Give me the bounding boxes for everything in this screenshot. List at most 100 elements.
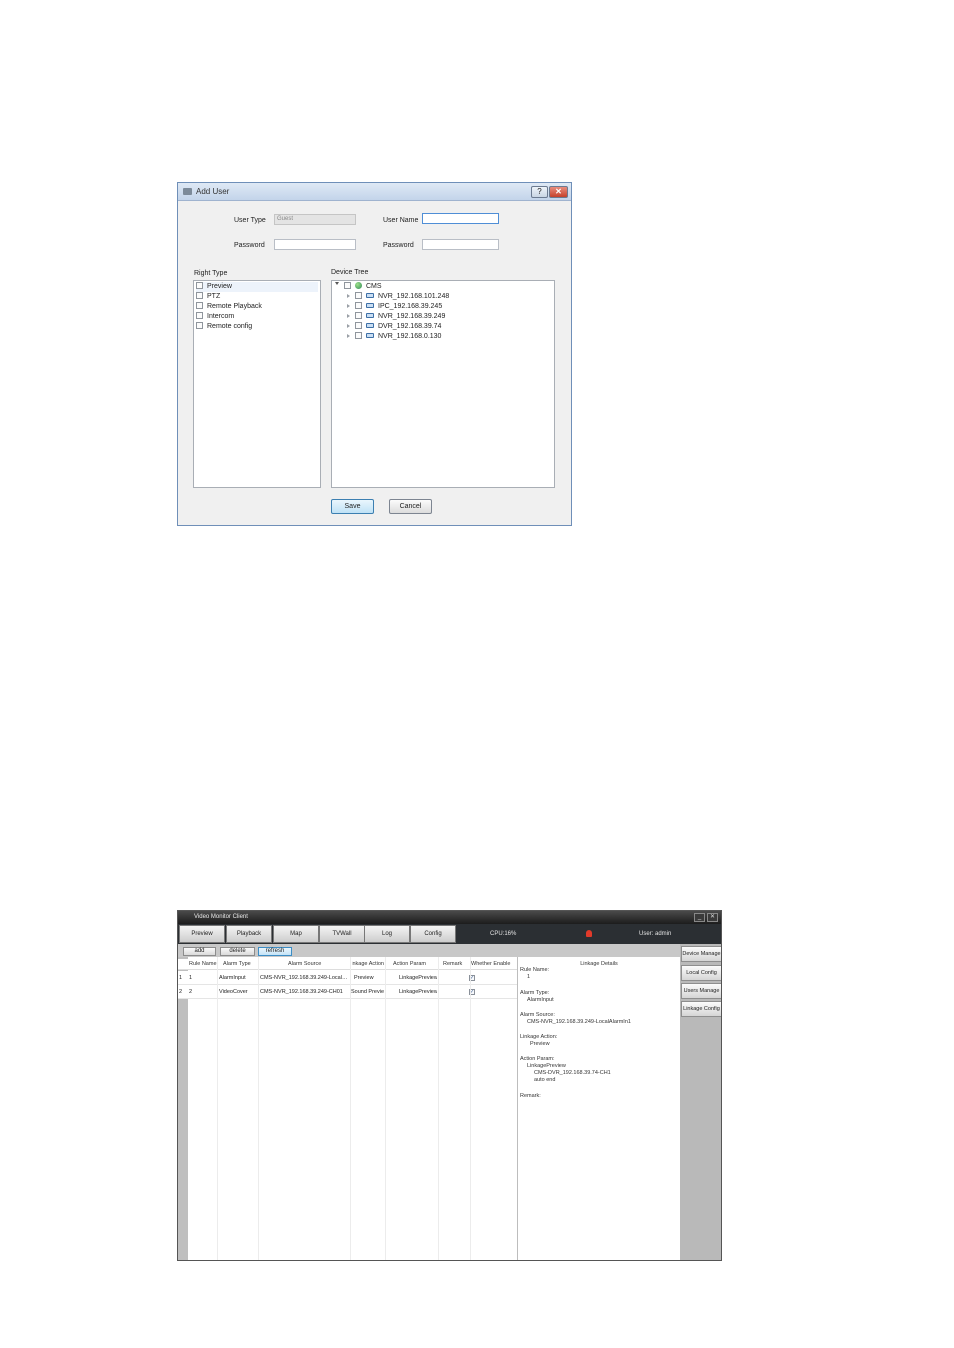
user-type-label: User Type <box>234 217 266 224</box>
tree-node-device[interactable]: NVR_192.168.0.130 <box>347 332 441 342</box>
checkbox-icon[interactable] <box>196 312 203 319</box>
tab-log[interactable]: Log <box>364 925 410 943</box>
expand-arrow-icon[interactable] <box>347 324 350 328</box>
right-label: Intercom <box>207 313 235 320</box>
add-button[interactable]: add <box>183 947 216 956</box>
checkbox-icon[interactable] <box>355 292 362 299</box>
tab-config[interactable]: Config <box>410 925 456 943</box>
device-icon <box>366 323 374 328</box>
cancel-button[interactable]: Cancel <box>389 499 432 514</box>
tree-node-device[interactable]: DVR_192.168.39.74 <box>347 322 441 332</box>
tree-node-device[interactable]: NVR_192.168.101.248 <box>347 292 449 302</box>
tree-node-cms[interactable]: CMS <box>335 282 382 292</box>
cpu-usage: CPU:16% <box>490 931 517 937</box>
right-ptz[interactable]: PTZ <box>196 292 220 302</box>
cell-linkage-action: Preview <box>354 975 374 981</box>
col-alarm-type[interactable]: Alarm Type <box>223 959 259 970</box>
column-divider <box>217 957 218 1260</box>
close-window-button[interactable]: ✕ <box>707 913 718 922</box>
detail-alarm-source: CMS-NVR_192.168.39.249-LocalAlarmIn1 <box>527 1019 631 1025</box>
col-rule-name[interactable]: Rule Name <box>189 959 217 970</box>
expand-arrow-icon[interactable] <box>347 334 350 338</box>
right-type-list: Preview PTZ Remote Playback Intercom Rem… <box>193 280 321 488</box>
detail-remark-label: Remark: <box>520 1093 541 1099</box>
rules-toolbar: add delete refresh <box>178 944 680 957</box>
expand-arrow-icon[interactable] <box>347 304 350 308</box>
cell-action-param: LinkagePreview <box>399 989 437 995</box>
col-alarm-source[interactable]: Alarm Source <box>288 959 328 970</box>
checkbox-icon[interactable] <box>355 322 362 329</box>
dialog-titlebar: Add User ? ✕ <box>178 183 571 201</box>
collapse-arrow-icon[interactable] <box>335 282 339 287</box>
minimize-button[interactable]: _ <box>694 913 705 922</box>
row-gutter <box>178 957 188 1260</box>
device-label: NVR_192.168.101.248 <box>378 293 450 300</box>
detail-linkage-action: Preview <box>530 1041 550 1047</box>
sidebar-item-users-manage[interactable]: Users Manage <box>681 983 721 999</box>
delete-button[interactable]: delete <box>220 947 255 956</box>
right-intercom[interactable]: Intercom <box>196 312 234 322</box>
cell-rule-name: 1 <box>189 975 193 981</box>
app-title: Video Monitor Client <box>194 914 248 920</box>
expand-arrow-icon[interactable] <box>347 294 350 298</box>
refresh-button[interactable]: refresh <box>258 947 292 956</box>
tree-node-device[interactable]: IPC_192.168.39.245 <box>347 302 442 312</box>
checkbox-icon[interactable] <box>196 322 203 329</box>
detail-action-param-device: CMS-DVR_192.168.39.74-CH1 <box>534 1070 611 1076</box>
checkbox-icon[interactable] <box>355 312 362 319</box>
confirm-password-label: Password <box>383 242 414 249</box>
col-remark[interactable]: Remark <box>443 959 469 970</box>
detail-action-param-mode: auto end <box>534 1077 556 1083</box>
right-remote-config[interactable]: Remote config <box>196 322 252 332</box>
user-type-select[interactable]: Guest <box>274 214 356 225</box>
password-input[interactable] <box>274 239 356 250</box>
linkage-details-panel: Linkage Details Rule Name: 1 Alarm Type:… <box>517 957 680 1260</box>
detail-action-param: LinkagePreview <box>527 1063 566 1069</box>
table-row[interactable]: 1 1 AlarmInput CMS-NVR_192.168.39.249-Lo… <box>178 971 517 985</box>
tab-playback[interactable]: Playback <box>226 925 272 943</box>
checkbox-icon[interactable] <box>196 292 203 299</box>
checkbox-icon[interactable] <box>196 282 203 289</box>
close-button[interactable]: ✕ <box>549 186 568 198</box>
add-user-dialog: Add User ? ✕ User Type Guest User Name P… <box>177 182 572 526</box>
detail-rule-name-label: Rule Name: <box>520 967 550 973</box>
device-tree: CMS NVR_192.168.101.248 IPC_192.168.39.2… <box>331 280 555 488</box>
detail-alarm-type-label: Alarm Type: <box>520 990 550 996</box>
col-action-param[interactable]: Action Param <box>393 959 433 970</box>
dialog-title: Add User <box>196 187 230 196</box>
sidebar-item-linkage-config[interactable]: Linkage Config <box>681 1001 721 1017</box>
checkbox-icon[interactable] <box>355 332 362 339</box>
right-type-label: Right Type <box>194 270 228 277</box>
right-remote-playback[interactable]: Remote Playback <box>196 302 262 312</box>
row-number: 1 <box>179 975 183 981</box>
tab-tvwall[interactable]: TVWall <box>319 925 365 943</box>
help-button[interactable]: ? <box>531 186 548 198</box>
detail-action-param-label: Action Param: <box>520 1056 555 1062</box>
column-divider <box>470 957 471 1260</box>
col-whether-enable[interactable]: Whether Enable <box>471 959 517 970</box>
sidebar-item-local-config[interactable]: Local Config <box>681 965 721 981</box>
user-name-input[interactable] <box>422 213 499 224</box>
checkbox-icon[interactable] <box>344 282 351 289</box>
device-label: IPC_192.168.39.245 <box>378 303 443 310</box>
checkbox-icon[interactable] <box>196 302 203 309</box>
col-linkage-action[interactable]: Linkage Action <box>352 959 384 970</box>
tab-preview[interactable]: Preview <box>179 925 225 943</box>
expand-arrow-icon[interactable] <box>347 314 350 318</box>
alarm-bell-icon[interactable] <box>586 930 592 937</box>
sidebar-item-device-manage[interactable]: Device Manage <box>681 946 721 962</box>
globe-icon <box>355 282 362 289</box>
cell-rule-name: 2 <box>189 989 193 995</box>
right-label: Remote config <box>207 323 253 330</box>
row-number: 2 <box>179 989 183 995</box>
confirm-password-input[interactable] <box>422 239 499 250</box>
checkbox-icon[interactable] <box>355 302 362 309</box>
right-preview[interactable]: Preview <box>196 282 318 292</box>
column-divider <box>350 957 351 1260</box>
tab-map[interactable]: Map <box>273 925 319 943</box>
table-row[interactable]: 2 2 VideoCover CMS-NVR_192.168.39.249-CH… <box>178 985 517 999</box>
cell-alarm-source: CMS-NVR_192.168.39.249-LocalAlarmIn1 <box>260 975 348 981</box>
save-button[interactable]: Save <box>331 499 374 514</box>
current-user: User: admin <box>639 931 672 937</box>
tree-node-device[interactable]: NVR_192.168.39.249 <box>347 312 445 322</box>
